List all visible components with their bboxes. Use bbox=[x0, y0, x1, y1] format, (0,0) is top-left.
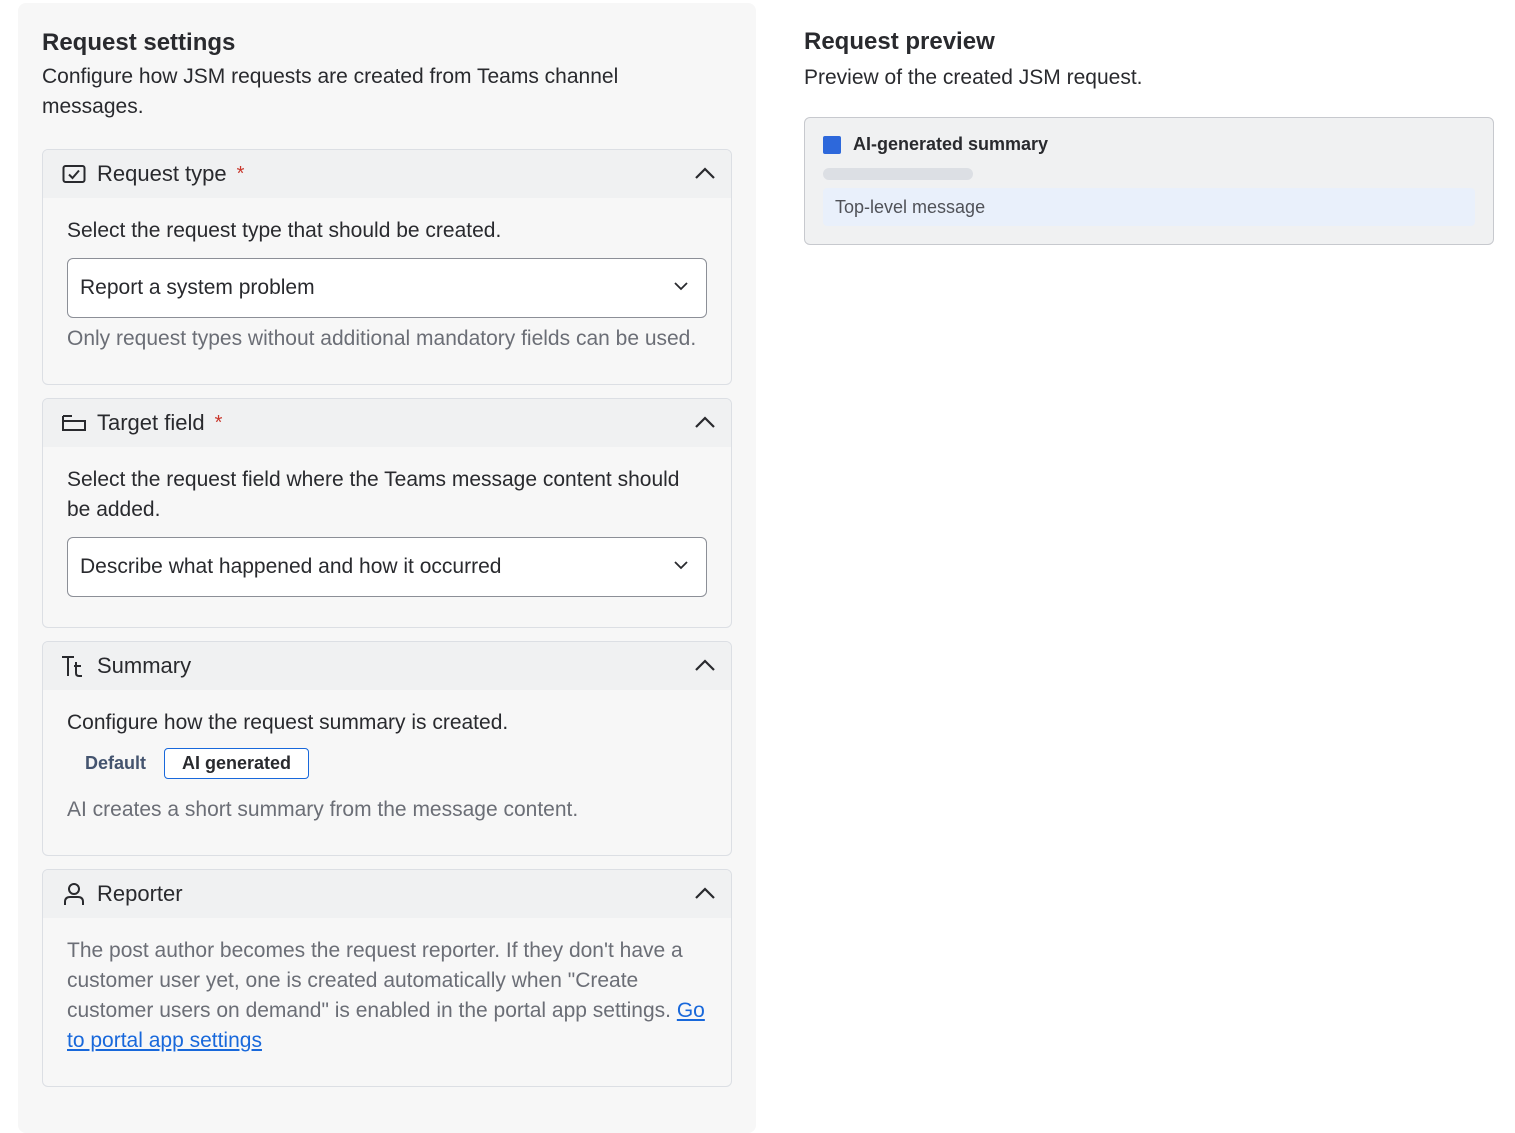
preview-summary-label: AI-generated summary bbox=[853, 134, 1049, 154]
request-settings-panel: Request settings Configure how JSM reque… bbox=[18, 3, 756, 1133]
settings-description: Configure how JSM requests are created f… bbox=[42, 65, 619, 118]
settings-title: Request settings bbox=[42, 29, 236, 56]
summary-body: Configure how the request summary is cre… bbox=[43, 690, 731, 855]
reporter-header[interactable]: Reporter bbox=[43, 870, 731, 918]
target-field-section: Target field * Select the request field … bbox=[42, 398, 732, 628]
chevron-down-icon bbox=[672, 556, 690, 579]
summary-section: Summary Configure how the request summar… bbox=[42, 641, 732, 856]
chevron-up-icon[interactable] bbox=[693, 882, 717, 906]
chevron-up-icon[interactable] bbox=[693, 654, 717, 678]
preview-message-box: Top-level message bbox=[823, 188, 1475, 226]
chevron-down-icon bbox=[672, 277, 690, 300]
reporter-section: Reporter The post author becomes the req… bbox=[42, 869, 732, 1087]
target-field-title: Target field bbox=[97, 410, 205, 435]
preview-title: Request preview bbox=[804, 28, 995, 55]
summary-mode-toggle: Default AI generated bbox=[67, 748, 707, 779]
request-type-section: Request type * Select the request type t… bbox=[42, 149, 732, 385]
loading-skeleton bbox=[823, 168, 973, 180]
reporter-body: The post author becomes the request repo… bbox=[43, 918, 731, 1086]
chevron-up-icon[interactable] bbox=[693, 411, 717, 435]
chevron-up-icon[interactable] bbox=[693, 162, 717, 186]
target-field-text: Select the request field where the Teams… bbox=[67, 468, 680, 521]
target-field-header[interactable]: Target field * bbox=[43, 399, 731, 447]
summary-text: Configure how the request summary is cre… bbox=[67, 711, 509, 734]
preview-summary-row: AI-generated summary bbox=[823, 134, 1475, 155]
request-preview-card: AI-generated summary Top-level message bbox=[804, 117, 1494, 245]
square-icon bbox=[823, 135, 841, 154]
request-type-title: Request type bbox=[97, 161, 227, 186]
request-type-select[interactable]: Report a system problem bbox=[67, 258, 707, 318]
required-indicator: * bbox=[214, 411, 223, 434]
ai-generated-option-button[interactable]: AI generated bbox=[164, 748, 310, 779]
reporter-text: The post author becomes the request repo… bbox=[67, 936, 707, 1056]
request-type-text: Select the request type that should be c… bbox=[67, 219, 502, 242]
default-option-button[interactable]: Default bbox=[67, 748, 164, 779]
reporter-title: Reporter bbox=[97, 881, 183, 906]
reporter-description: The post author becomes the request repo… bbox=[67, 939, 683, 1022]
summary-title: Summary bbox=[97, 653, 192, 678]
preview-description: Preview of the created JSM request. bbox=[804, 66, 1143, 89]
summary-helper: AI creates a short summary from the mess… bbox=[67, 798, 579, 821]
checkbox-icon bbox=[61, 161, 87, 187]
target-field-body: Select the request field where the Teams… bbox=[43, 447, 731, 627]
request-type-helper: Only request types without additional ma… bbox=[67, 327, 697, 350]
target-field-select[interactable]: Describe what happened and how it occurr… bbox=[67, 537, 707, 597]
request-type-value: Report a system problem bbox=[80, 276, 315, 299]
request-type-header[interactable]: Request type * bbox=[43, 150, 731, 198]
person-icon bbox=[61, 881, 87, 907]
field-icon bbox=[61, 410, 87, 436]
request-type-body: Select the request type that should be c… bbox=[43, 198, 731, 384]
preview-message-label: Top-level message bbox=[835, 196, 986, 217]
target-field-value: Describe what happened and how it occurr… bbox=[80, 555, 502, 578]
summary-header[interactable]: Summary bbox=[43, 642, 731, 690]
required-indicator: * bbox=[236, 162, 245, 185]
text-icon bbox=[61, 653, 87, 679]
